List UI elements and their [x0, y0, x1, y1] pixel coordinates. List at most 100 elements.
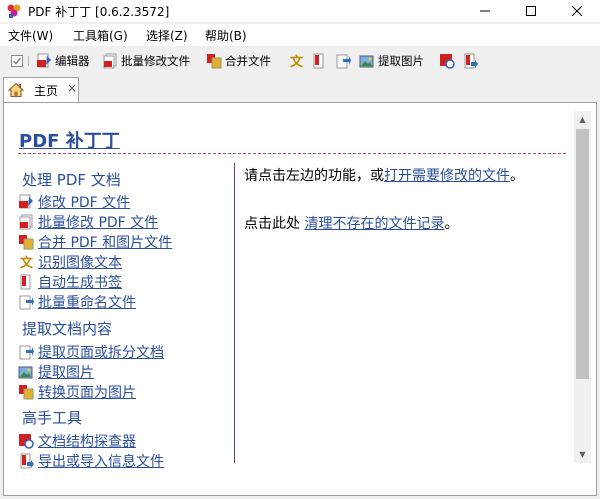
vertical-scrollbar[interactable]: ▲ ▼: [574, 111, 591, 463]
maximize-icon: [526, 6, 536, 16]
menu-bar: 文件(W) 工具箱(G) 选择(Z) 帮助(B): [0, 24, 600, 46]
column-divider: [234, 163, 235, 463]
rename-file-icon: [19, 295, 34, 310]
toolbar-checkbox-button[interactable]: [10, 52, 26, 70]
toolbar-merge-button[interactable]: 合并文件: [206, 52, 271, 70]
link-page-to-image[interactable]: 转换页面为图片: [18, 382, 136, 402]
svg-text:文: 文: [20, 255, 34, 270]
pdf-batch-icon: [19, 214, 33, 230]
toolbar-batch-modify-label: 批量修改文件: [121, 54, 190, 68]
section-heading-advanced: 高手工具: [22, 409, 83, 427]
toolbar: 编辑器 批量修改文件 合并文件 文 提取图片: [0, 48, 600, 74]
export-info-icon: [20, 453, 34, 469]
link-auto-bookmark[interactable]: 自动生成书签: [18, 272, 122, 292]
link-extract-pages[interactable]: 提取页面或拆分文档: [18, 342, 164, 362]
instruction-line-clean: 点击此处 清理不存在的文件记录。: [244, 213, 458, 233]
tab-home-label: 主页: [34, 84, 59, 98]
instruction-line-open: 请点击左边的功能，或打开需要修改的文件。: [244, 165, 524, 185]
menu-file[interactable]: 文件(W): [8, 27, 53, 44]
instruction-open-prefix: 请点击左边的功能，或: [244, 168, 384, 184]
instruction-clean-prefix: 点击此处: [244, 216, 305, 232]
tab-strip: 主页 ×: [0, 76, 600, 102]
toolbar-merge-label: 合并文件: [225, 54, 271, 68]
title-divider: [18, 153, 566, 154]
toolbar-extract-images-label: 提取图片: [378, 54, 424, 68]
toolbar-batch-modify-button[interactable]: 批量修改文件: [102, 52, 190, 70]
link-auto-bookmark-text[interactable]: 自动生成书签: [38, 272, 122, 292]
toolbar-structure-button[interactable]: [439, 52, 455, 70]
link-merge[interactable]: 合并 PDF 和图片文件: [18, 232, 172, 252]
checkbox-icon: [11, 55, 23, 67]
scroll-up-icon[interactable]: ▲: [574, 111, 591, 128]
close-icon: [572, 6, 582, 16]
toolbar-editor-button[interactable]: 编辑器: [36, 52, 90, 70]
scroll-down-icon[interactable]: ▼: [574, 446, 591, 463]
link-modify-pdf-text[interactable]: 修改 PDF 文件: [38, 192, 130, 212]
function-list: 处理 PDF 文档 修改 PDF 文件 批量修改 PDF 文件 合并 PDF 和…: [18, 161, 232, 495]
bookmark-icon: [20, 274, 31, 290]
merge-icon: [207, 54, 222, 69]
link-ocr-text[interactable]: 识别图像文本: [38, 252, 122, 272]
link-page-to-image-text[interactable]: 转换页面为图片: [38, 382, 136, 402]
merge-icon: [19, 235, 34, 250]
close-button[interactable]: [554, 0, 600, 22]
link-extract-pages-text[interactable]: 提取页面或拆分文档: [38, 342, 164, 362]
link-batch-modify[interactable]: 批量修改 PDF 文件: [18, 212, 158, 232]
section-heading-process-pdf: 处理 PDF 文档: [22, 171, 121, 189]
instruction-clean-suffix: 。: [444, 216, 459, 232]
toolbar-rename-button[interactable]: [335, 52, 351, 70]
pdf-edit-icon: [19, 194, 33, 209]
section-heading-extract: 提取文档内容: [22, 320, 113, 338]
title-bar[interactable]: PDF 补丁丁 [0.6.2.3572]: [0, 0, 600, 22]
toolbar-extract-images-button[interactable]: 提取图片: [359, 52, 424, 70]
svg-text:文: 文: [290, 54, 304, 69]
pdf-batch-icon: [103, 53, 117, 69]
link-extract-images[interactable]: 提取图片: [18, 362, 94, 382]
app-icon: [7, 4, 21, 18]
page-title[interactable]: PDF 补丁丁: [19, 127, 120, 153]
link-structure-explorer-text[interactable]: 文档结构探查器: [38, 431, 136, 451]
link-batch-rename-text[interactable]: 批量重命名文件: [38, 292, 136, 312]
minimize-icon: [480, 10, 490, 12]
bookmark-icon: [313, 53, 324, 69]
tab-close-icon[interactable]: ×: [67, 81, 77, 95]
ocr-text-icon: 文: [290, 54, 304, 69]
menu-help[interactable]: 帮助(B): [205, 27, 247, 44]
structure-explorer-icon: [19, 434, 34, 449]
link-export-import-info[interactable]: 导出或导入信息文件: [18, 451, 164, 471]
toolbar-export-info-button[interactable]: [462, 52, 478, 70]
instruction-open-suffix: 。: [510, 168, 524, 184]
extract-image-icon: [18, 366, 33, 379]
app-window: PDF 补丁丁 [0.6.2.3572] 文件(W) 工具箱(G) 选择(Z) …: [0, 0, 600, 499]
link-ocr[interactable]: 文 识别图像文本: [18, 252, 122, 272]
extract-pages-icon: [19, 345, 34, 360]
link-export-import-info-text[interactable]: 导出或导入信息文件: [38, 451, 164, 471]
link-batch-modify-text[interactable]: 批量修改 PDF 文件: [38, 212, 158, 232]
extract-image-icon: [359, 55, 374, 68]
structure-explorer-icon: [440, 54, 455, 69]
link-extract-images-text[interactable]: 提取图片: [38, 362, 94, 382]
toolbar-ocr-button[interactable]: 文: [288, 52, 304, 70]
link-merge-text[interactable]: 合并 PDF 和图片文件: [38, 232, 172, 252]
toolbar-separator: [28, 56, 29, 66]
clean-records-link[interactable]: 清理不存在的文件记录: [304, 216, 444, 232]
link-batch-rename[interactable]: 批量重命名文件: [18, 292, 136, 312]
menu-select[interactable]: 选择(Z): [146, 27, 188, 44]
toolbar-editor-label: 编辑器: [55, 54, 90, 68]
scrollbar-thumb[interactable]: [576, 129, 589, 379]
window-title: PDF 补丁丁 [0.6.2.3572]: [28, 5, 170, 19]
link-modify-pdf[interactable]: 修改 PDF 文件: [18, 192, 130, 212]
menu-toolbox[interactable]: 工具箱(G): [73, 27, 128, 44]
toolbar-bookmark-button[interactable]: [311, 52, 327, 70]
tab-home[interactable]: 主页 ×: [3, 77, 79, 102]
export-info-icon: [464, 53, 478, 69]
link-structure-explorer[interactable]: 文档结构探查器: [18, 431, 136, 451]
minimize-button[interactable]: [462, 0, 508, 22]
page-to-image-icon: [19, 385, 34, 400]
rename-file-icon: [336, 54, 351, 69]
ocr-text-icon: 文: [20, 255, 34, 270]
pdf-edit-icon: [37, 53, 51, 68]
open-file-link[interactable]: 打开需要修改的文件: [384, 168, 510, 184]
maximize-button[interactable]: [508, 0, 554, 22]
home-icon: [8, 82, 24, 97]
